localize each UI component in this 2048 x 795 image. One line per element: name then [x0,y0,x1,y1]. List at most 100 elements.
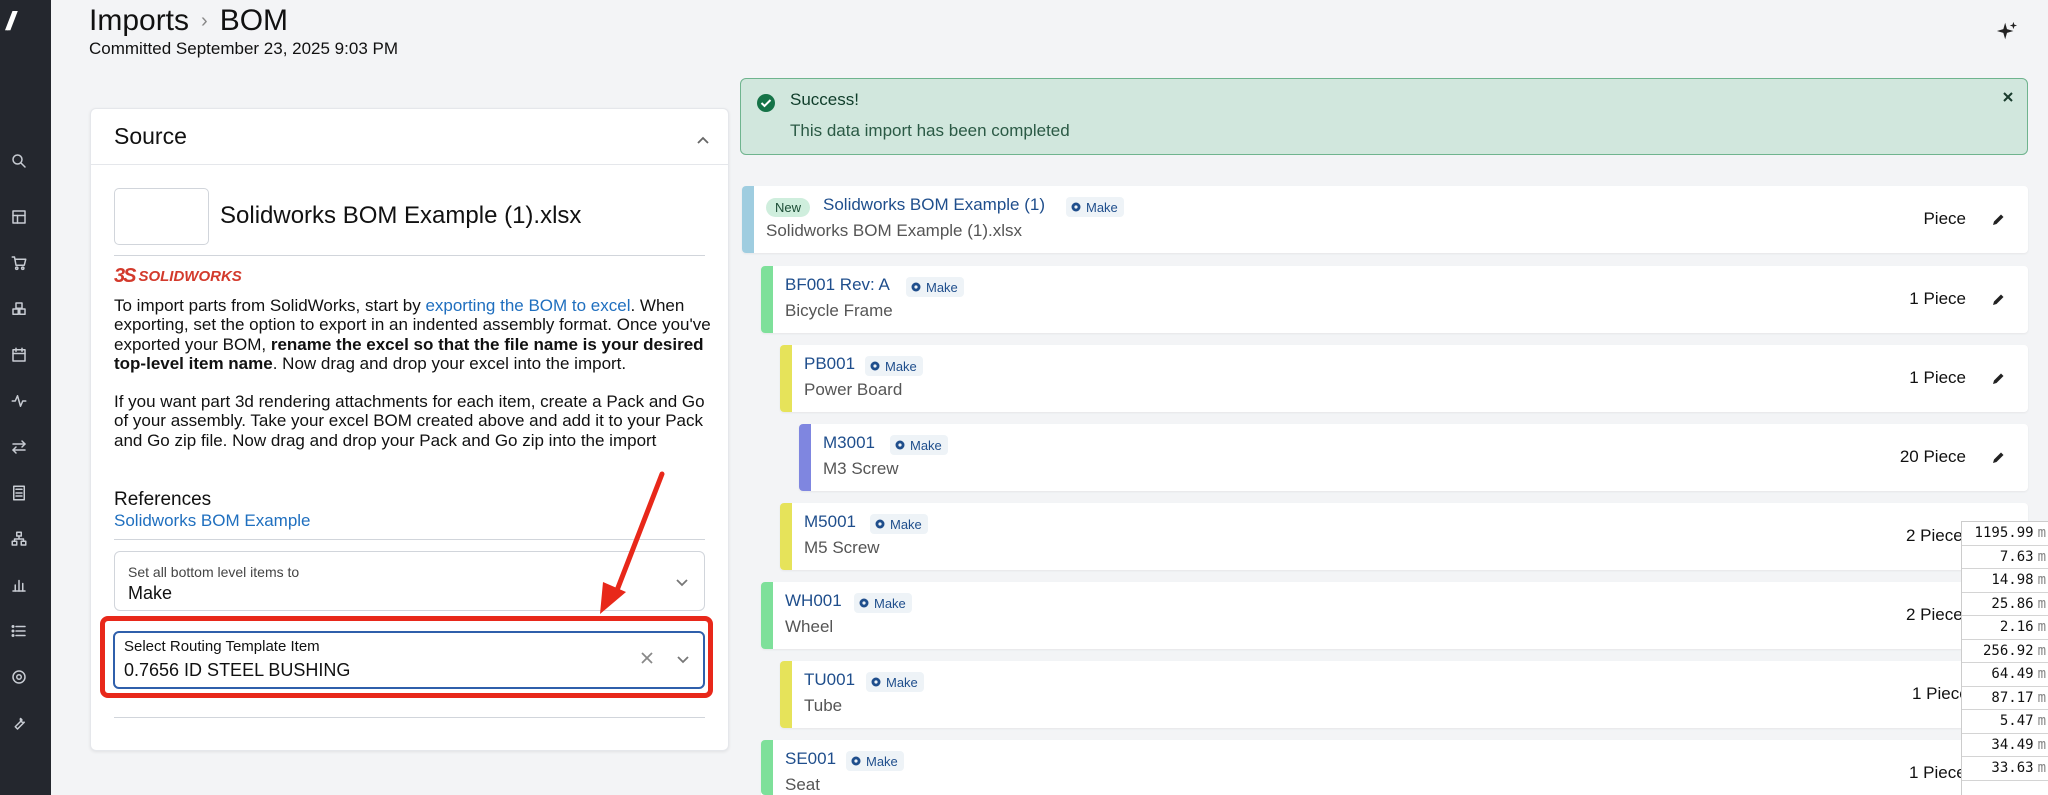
level-indicator [761,266,773,333]
search-icon[interactable] [8,150,30,172]
bom-row[interactable]: M5001 Make M5 Screw 2 Piece [780,503,2028,570]
item-quantity: 2 Piece [1906,605,1963,624]
file-thumbnail [114,188,209,245]
calendar-icon[interactable] [8,344,30,366]
chevron-down-icon[interactable] [675,651,691,667]
inventory-icon[interactable] [8,298,30,320]
clear-icon[interactable] [639,650,655,666]
routing-template-value: 0.7656 ID STEEL BUSHING [124,660,351,680]
app-logo[interactable]: // [6,6,40,36]
number-cell: 33.63 m [1962,757,2048,781]
annotation-arrow [600,471,665,614]
routing-template-select[interactable]: Select Routing Template Item 0.7656 ID S… [113,631,705,689]
item-name: M5 Screw [804,538,880,557]
item-quantity: 1 Piece [1909,368,1966,387]
make-badge: Make [846,751,904,771]
bom-row[interactable]: BF001 Rev: A Make Bicycle Frame 1 Piece [761,266,2028,333]
references-heading: References [114,489,212,510]
level-indicator [761,582,773,649]
bom-row[interactable]: M3001 Make M3 Screw 20 Piece [799,424,2028,491]
item-quantity: 2 Piece [1906,526,1963,545]
number-unit: m [2037,525,2046,542]
transfer-icon[interactable] [8,436,30,458]
number-value: 2.16 [1999,619,2034,636]
export-bom-link[interactable]: exporting the BOM to excel [425,296,630,315]
make-label: Make [866,753,898,769]
item-code[interactable]: WH001 [785,591,842,611]
number-unit: m [2037,548,2046,565]
number-value: 256.92 [1982,642,2034,659]
settings-icon[interactable] [8,666,30,688]
import-instructions: To import parts from SolidWorks, start b… [114,296,714,469]
cart-icon[interactable] [8,252,30,274]
success-alert: Success! This data import has been compl… [740,78,2028,155]
item-quantity: 1 Piece [1909,289,1966,308]
edit-pencil-icon[interactable] [1990,212,2006,228]
make-label: Make [1086,199,1118,215]
make-label: Make [910,437,942,453]
breadcrumb-separator: › [201,9,208,32]
number-value: 25.86 [1991,595,2034,612]
calculator-icon[interactable] [8,482,30,504]
close-icon[interactable] [2002,91,2014,103]
number-cell: 2.16 m [1962,616,2048,640]
gear-icon [1071,202,1081,212]
structure-icon[interactable] [8,528,30,550]
level-indicator [761,740,773,795]
number-cell: 34.49 m [1962,734,2048,757]
edit-pencil-icon[interactable] [1990,292,2006,308]
committed-timestamp: Committed September 23, 2025 9:03 PM [89,39,398,58]
activity-icon[interactable] [8,390,30,412]
grid-icon[interactable] [8,206,30,228]
divider [114,717,705,718]
item-code[interactable]: M5001 [804,512,856,532]
item-name: Bicycle Frame [785,301,893,320]
alert-title: Success! [790,90,859,109]
chart-icon[interactable] [8,574,30,596]
sidebar: // [0,0,51,795]
number-unit: m [2037,595,2046,612]
chevron-down-icon[interactable] [674,574,690,590]
bom-row[interactable]: SE001 Make Seat 1 Piece [761,740,2028,795]
gear-icon [911,282,921,292]
numbers-panel: 1195.99 m 7.63 m 14.98 m 25.86 m 2.16 m 256.92 m 64.… [1961,521,2048,795]
sparkle-icon[interactable] [1996,20,2018,42]
number-unit: m [2037,572,2046,589]
list-icon[interactable] [8,620,30,642]
solidworks-bom-example-link[interactable]: Solidworks BOM Example [114,511,311,531]
make-badge: Make [870,514,928,534]
file-name: Solidworks BOM Example (1).xlsx [220,202,582,229]
pack-and-go-instructions: If you want part 3d rendering attachment… [114,392,705,450]
make-label: Make [874,595,906,611]
make-badge: Make [865,356,923,376]
item-code[interactable]: TU001 [804,670,855,690]
collapse-chevron-up-icon[interactable] [696,133,710,147]
bom-row[interactable]: TU001 Make Tube 1 Piece [780,661,2028,728]
breadcrumb: Imports › BOM [89,4,288,38]
number-unit: m [2037,666,2046,683]
bom-row-root[interactable]: New Solidworks BOM Example (1) Make Soli… [742,186,2028,253]
edit-pencil-icon[interactable] [1990,371,2006,387]
item-name: Seat [785,775,820,794]
number-value: 14.98 [1991,572,2034,589]
bottom-level-items-value: Make [128,583,173,603]
wrench-icon[interactable] [8,712,30,734]
item-name: Solidworks BOM Example (1).xlsx [766,221,1023,240]
edit-pencil-icon[interactable] [1990,450,2006,466]
make-badge: Make [890,435,948,455]
bom-row[interactable]: WH001 Make Wheel 2 Piece [761,582,2028,649]
bom-row[interactable]: PB001 Make Power Board 1 Piece [780,345,2028,412]
breadcrumb-bom: BOM [219,4,289,37]
routing-template-label: Select Routing Template Item [124,638,320,655]
number-value: 7.63 [1999,548,2034,565]
item-code[interactable]: SE001 [785,749,836,769]
breadcrumb-imports[interactable]: Imports [89,4,189,38]
number-unit: m [2037,736,2046,753]
item-code[interactable]: BF001 Rev: A [785,275,890,295]
item-code[interactable]: Solidworks BOM Example (1) [823,195,1045,215]
number-value: 33.63 [1991,760,2034,777]
alert-message: This data import has been completed [790,121,1070,140]
bottom-level-items-label: Set all bottom level items to [128,564,300,580]
item-code[interactable]: PB001 [804,354,855,374]
item-code[interactable]: M3001 [823,433,875,453]
